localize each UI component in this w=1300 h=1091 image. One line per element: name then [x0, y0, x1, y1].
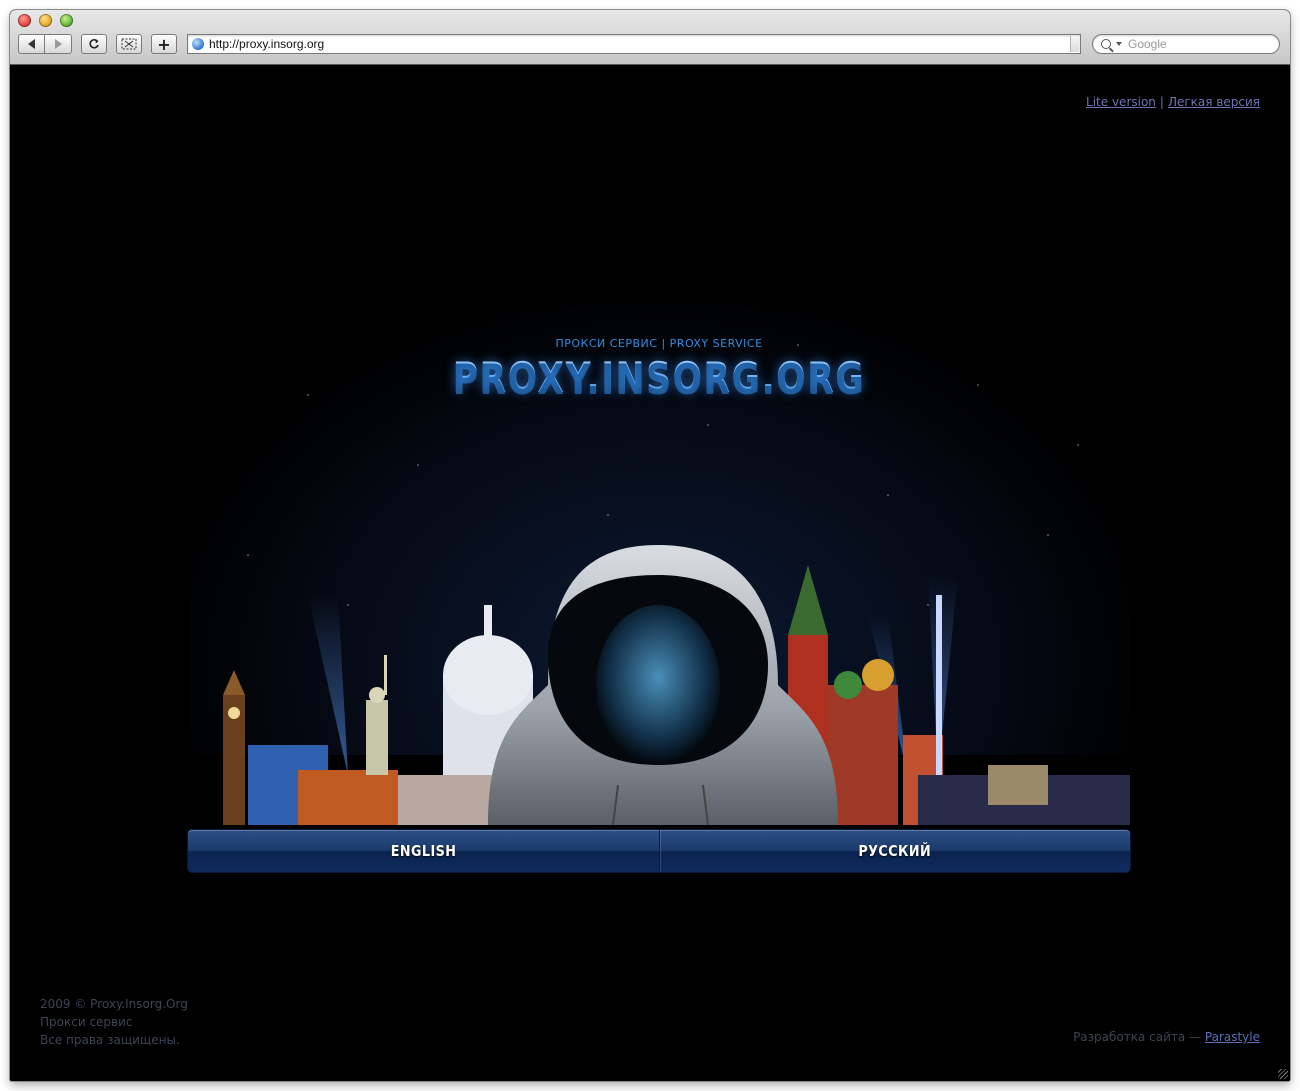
snippet-button[interactable]	[116, 34, 142, 54]
service-line: Прокси сервис	[40, 1015, 133, 1029]
hero-stage: ПРОКСИ СЕРВИС | PROXY SERVICE PROXY.INSO…	[188, 245, 1130, 872]
english-language-button[interactable]: ENGLISH	[188, 830, 659, 872]
forward-button[interactable]	[45, 34, 72, 54]
search-placeholder: Google	[1128, 37, 1167, 51]
browser-toolbar: + http://proxy.insorg.org Google	[10, 10, 1290, 65]
minimize-window-button[interactable]	[39, 14, 52, 27]
russian-language-button[interactable]: РУССКИЙ	[660, 830, 1131, 872]
add-bookmark-button[interactable]: +	[151, 34, 177, 54]
rights-line: Все права защищены.	[40, 1033, 180, 1047]
copyright-line: 2009 © Proxy.Insorg.Org	[40, 997, 188, 1011]
site-logo: PROXY.INSORG.ORG	[273, 353, 1045, 402]
forward-arrow-icon	[54, 39, 62, 49]
link-separator: |	[1159, 95, 1164, 109]
hooded-figure-skyline-image	[189, 545, 1130, 835]
browser-window: + http://proxy.insorg.org Google Lite ve…	[10, 10, 1290, 1081]
developer-link[interactable]: Parastyle	[1205, 1030, 1260, 1044]
plus-icon: +	[157, 34, 171, 54]
english-label: ENGLISH	[390, 842, 457, 860]
webclip-icon	[121, 38, 137, 50]
web-page: Lite version | Легкая версия ПРОКСИ СЕРВИС…	[10, 65, 1290, 1081]
globe-icon	[192, 38, 204, 50]
reload-button[interactable]	[81, 34, 107, 54]
lite-version-link[interactable]: Lite version	[1086, 95, 1156, 109]
version-links: Lite version | Легкая версия	[1086, 95, 1260, 109]
footer-copyright: 2009 © Proxy.Insorg.Org Прокси сервис Вс…	[40, 995, 188, 1049]
address-bar-end-cap	[1070, 36, 1079, 52]
search-icon	[1101, 39, 1111, 49]
zoom-window-button[interactable]	[60, 14, 73, 27]
back-button[interactable]	[18, 34, 45, 54]
resize-grip-icon[interactable]	[1278, 1069, 1288, 1079]
russian-label: РУССКИЙ	[858, 842, 932, 860]
search-field[interactable]: Google	[1092, 34, 1280, 54]
back-arrow-icon	[28, 39, 35, 49]
site-subtitle: ПРОКСИ СЕРВИС | PROXY SERVICE	[555, 337, 763, 350]
lite-version-ru-link[interactable]: Легкая версия	[1168, 95, 1260, 109]
nav-button-group	[18, 34, 72, 54]
footer-developer: Разработка сайта — Parastyle	[1073, 1030, 1260, 1044]
developer-text: Разработка сайта —	[1073, 1030, 1205, 1044]
close-window-button[interactable]	[18, 14, 31, 27]
reload-icon	[89, 39, 99, 49]
language-selector: ENGLISH РУССКИЙ	[188, 830, 1130, 872]
address-bar[interactable]: http://proxy.insorg.org	[187, 34, 1081, 54]
address-text: http://proxy.insorg.org	[209, 37, 325, 51]
chevron-down-icon[interactable]	[1116, 42, 1122, 46]
